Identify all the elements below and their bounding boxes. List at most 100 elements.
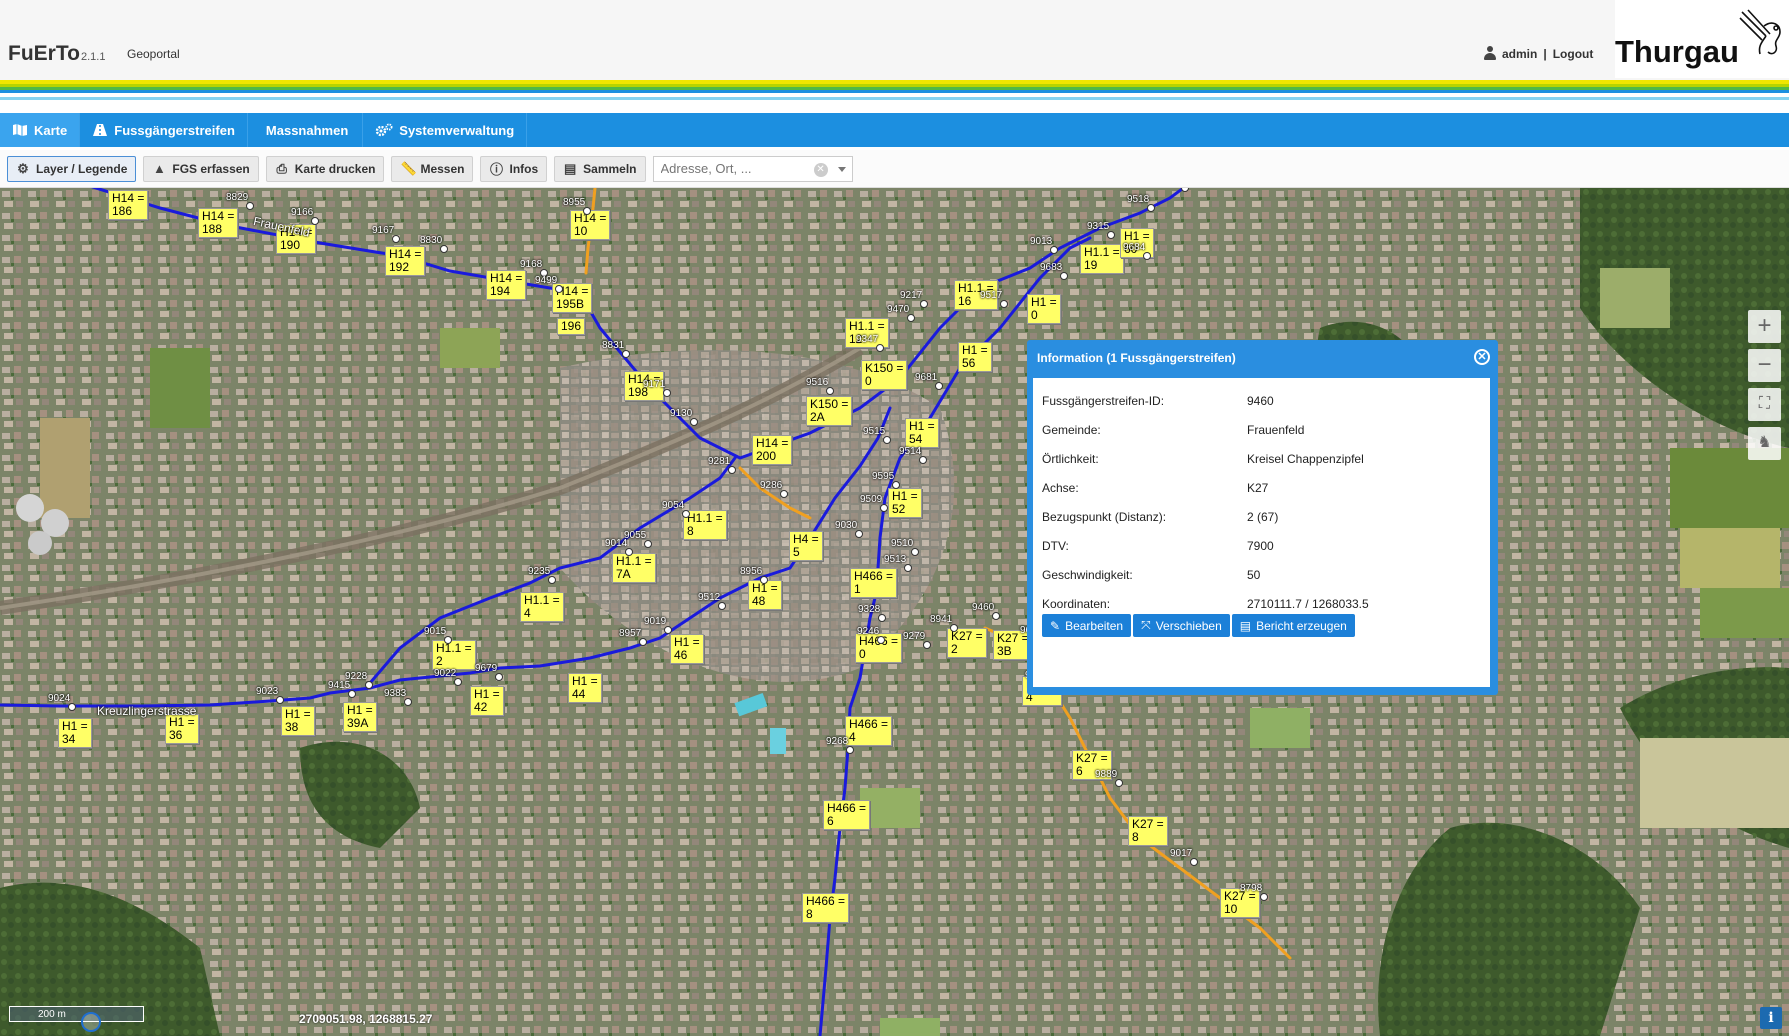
zoom-in-button[interactable]: +: [1748, 310, 1781, 343]
clear-search-icon[interactable]: ✕: [813, 162, 828, 177]
crosswalk-label[interactable]: K27 = 2: [947, 628, 987, 658]
crosswalk-label[interactable]: H466 = 1: [850, 568, 898, 598]
crosswalk-point[interactable]: [911, 548, 919, 556]
crosswalk-label[interactable]: H1 = 34: [58, 718, 92, 748]
map-view[interactable]: H14 = 186 H14 = 188 H14 = 190 H14 = 192 H14 …: [0, 188, 1789, 1036]
fgs-erfassen-button[interactable]: ▲ FGS erfassen: [143, 155, 259, 182]
crosswalk-point[interactable]: [846, 746, 854, 754]
crosswalk-point[interactable]: [365, 681, 373, 689]
crosswalk-point[interactable]: [348, 690, 356, 698]
tab-systemverwaltung[interactable]: Systemverwaltung: [363, 113, 528, 147]
crosswalk-point[interactable]: [246, 202, 254, 210]
crosswalk-point[interactable]: [1147, 204, 1155, 212]
user-name[interactable]: admin: [1502, 47, 1537, 61]
print-map-button[interactable]: ⎙ Karte drucken: [265, 155, 385, 182]
crosswalk-point[interactable]: [276, 696, 284, 704]
crosswalk-point[interactable]: [877, 636, 885, 644]
crosswalk-label[interactable]: H1 = 36: [165, 714, 199, 744]
crosswalk-point[interactable]: [404, 698, 412, 706]
zoom-out-button[interactable]: −: [1748, 349, 1781, 382]
crosswalk-label[interactable]: H1 = 52: [888, 488, 922, 518]
crosswalk-point[interactable]: [1115, 779, 1123, 787]
crosswalk-point[interactable]: [923, 641, 931, 649]
crosswalk-label[interactable]: H1 = 46: [670, 634, 704, 664]
crosswalk-point[interactable]: [495, 673, 503, 681]
address-search-input[interactable]: [660, 161, 811, 176]
tab-karte[interactable]: Karte: [0, 113, 81, 147]
crosswalk-label[interactable]: H1.1 = 7A: [612, 553, 656, 583]
crosswalk-label[interactable]: K150 = 2A: [806, 396, 853, 426]
chevron-down-icon[interactable]: [837, 166, 846, 172]
geoportal-link[interactable]: Geoportal: [127, 47, 180, 61]
crosswalk-point[interactable]: [444, 636, 452, 644]
report-button[interactable]: ▤ Bericht erzeugen: [1231, 614, 1355, 637]
address-search[interactable]: ✕: [652, 155, 853, 182]
crosswalk-point[interactable]: [904, 564, 912, 572]
crosswalk-label[interactable]: H14 = 194: [486, 270, 527, 300]
crosswalk-label[interactable]: K27 = 8: [1128, 816, 1168, 846]
crosswalk-point[interactable]: [718, 602, 726, 610]
crosswalk-point[interactable]: [1107, 231, 1115, 239]
crosswalk-label[interactable]: H4 = 5: [789, 531, 823, 561]
crosswalk-point[interactable]: [855, 530, 863, 538]
crosswalk-point[interactable]: [992, 612, 1000, 620]
crosswalk-point[interactable]: [68, 703, 76, 711]
crosswalk-point[interactable]: [548, 576, 556, 584]
crosswalk-label[interactable]: H14 = 200: [752, 435, 793, 465]
crosswalk-label[interactable]: H1 = 56: [958, 342, 992, 372]
crosswalk-point[interactable]: [454, 678, 462, 686]
logout-link[interactable]: Logout: [1553, 47, 1594, 61]
infos-button[interactable]: ⓘ Infos: [480, 155, 548, 182]
crosswalk-label[interactable]: H1 = 0: [1027, 294, 1061, 324]
crosswalk-point[interactable]: [780, 490, 788, 498]
crosswalk-point[interactable]: [625, 548, 633, 556]
crosswalk-label[interactable]: H1 = 44: [568, 673, 602, 703]
crosswalk-point[interactable]: [1000, 300, 1008, 308]
crosswalk-label[interactable]: 196: [557, 318, 586, 335]
crosswalk-label[interactable]: H1.1 = 4: [520, 592, 564, 622]
crosswalk-label[interactable]: H1 = 54: [905, 418, 939, 448]
crosswalk-label[interactable]: H14 = 192: [385, 246, 426, 276]
crosswalk-point[interactable]: [950, 624, 958, 632]
scale-bar-knob[interactable]: [81, 1012, 101, 1032]
crosswalk-label[interactable]: H14 = 186: [108, 190, 149, 220]
crosswalk-point[interactable]: [1060, 272, 1068, 280]
crosswalk-point[interactable]: [1260, 893, 1268, 901]
crosswalk-point[interactable]: [892, 481, 900, 489]
crosswalk-point[interactable]: [907, 314, 915, 322]
crosswalk-point[interactable]: [682, 510, 690, 518]
crosswalk-point[interactable]: [583, 207, 591, 215]
crosswalk-point[interactable]: [935, 382, 943, 390]
crosswalk-point[interactable]: [663, 389, 671, 397]
crosswalk-point[interactable]: [690, 418, 698, 426]
crosswalk-label[interactable]: H466 = 6: [823, 800, 871, 830]
crosswalk-label[interactable]: H1.1 = 19: [1080, 244, 1124, 274]
crosswalk-label[interactable]: H466 = 8: [802, 893, 850, 923]
crosswalk-point[interactable]: [440, 245, 448, 253]
crosswalk-point[interactable]: [883, 436, 891, 444]
fullscreen-icon[interactable]: ⛶: [1748, 388, 1781, 421]
crosswalk-point[interactable]: [392, 235, 400, 243]
crosswalk-label[interactable]: H1.1 = 2: [432, 640, 476, 670]
measure-button[interactable]: 📏 Messen: [391, 155, 474, 182]
move-button[interactable]: ⤧ Verschieben: [1133, 614, 1230, 637]
layer-legend-button[interactable]: ⚙ Layer / Legende: [7, 155, 137, 182]
crosswalk-label[interactable]: H466 = 4: [845, 716, 893, 746]
crosswalk-label[interactable]: H14 = 188: [198, 208, 239, 238]
crosswalk-point[interactable]: [1190, 858, 1198, 866]
crosswalk-point[interactable]: [920, 300, 928, 308]
crosswalk-point[interactable]: [728, 466, 736, 474]
crosswalk-point[interactable]: [1143, 252, 1151, 260]
close-icon[interactable]: ✕: [1474, 349, 1490, 365]
crosswalk-label[interactable]: K150 = 0: [861, 360, 908, 390]
crosswalk-label[interactable]: H1 = 48: [748, 580, 782, 610]
tab-fussgaengerstreifen[interactable]: Fussgängerstreifen: [80, 113, 248, 147]
collect-button[interactable]: ▤ Sammeln: [554, 155, 646, 182]
crosswalk-point[interactable]: [878, 614, 886, 622]
crosswalk-label[interactable]: H14 = 10: [570, 210, 611, 240]
crosswalk-label[interactable]: H1 = 38: [281, 706, 315, 736]
crosswalk-point[interactable]: [622, 350, 630, 358]
crosswalk-label[interactable]: H1 = 42: [470, 686, 504, 716]
tab-massnahmen[interactable]: Massnahmen: [248, 113, 364, 147]
crosswalk-point[interactable]: [311, 217, 319, 225]
